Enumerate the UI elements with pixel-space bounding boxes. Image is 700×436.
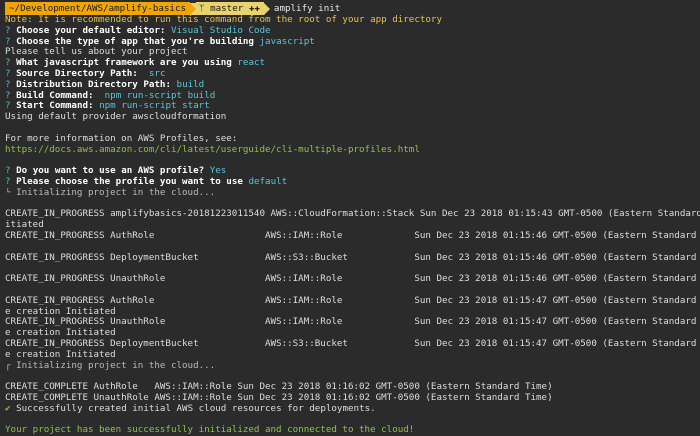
log-line-6: CREATE_IN_PROGRESS UnauthRole AWS::IAM::…: [5, 317, 700, 328]
note-line: Note: It is recommended to run this comm…: [5, 15, 442, 25]
provider-line: Using default provider awscloudformation: [5, 112, 227, 123]
log-line-6-wrap: e creation Initiated: [5, 328, 116, 339]
tell-line: Please tell us about your project: [5, 47, 188, 58]
initializing-line-1: └ Initializing project in the cloud...: [5, 187, 216, 198]
final-message: Your project has been successfully initi…: [5, 425, 415, 436]
srcdir-line: ? Source Directory Path: src: [5, 68, 166, 79]
apptype-line: ? Choose the type of app that you're bui…: [5, 36, 315, 47]
complete-line-1: CREATE_COMPLETE AuthRole AWS::IAM::Role …: [5, 382, 553, 393]
success-line: ✔ Successfully created initial AWS cloud…: [5, 403, 376, 414]
log-line-5: CREATE_IN_PROGRESS AuthRole AWS::IAM::Ro…: [5, 295, 700, 306]
git-branch-name: master: [210, 3, 244, 14]
start-line: ? Start Command: npm run-script start: [5, 101, 210, 112]
question-mark-icon: ?: [5, 101, 11, 112]
git-status-icon: ✚✚: [248, 3, 260, 14]
log-line-3: CREATE_IN_PROGRESS DeploymentBucket AWS:…: [5, 252, 700, 263]
question-mark-icon: ?: [5, 90, 11, 101]
question-mark-icon: ?: [5, 36, 11, 47]
prompt-path: ~/Development/AWS/amplify-basics: [5, 2, 191, 15]
typed-command: amplify init: [273, 3, 341, 14]
question-mark-icon: ?: [5, 68, 11, 79]
choose-profile-line: ? Please choose the profile you want to …: [5, 176, 288, 187]
log-line-1: CREATE_IN_PROGRESS amplifybasics-2018122…: [5, 209, 700, 220]
complete-line-2: CREATE_COMPLETE UnauthRole AWS::IAM::Rol…: [5, 392, 553, 403]
editor-line: ? Choose your default editor: Visual Stu…: [5, 25, 271, 36]
question-mark-icon: ?: [5, 25, 11, 36]
log-line-5-wrap: e creation Initiated: [5, 306, 116, 317]
log-line-7-wrap: e creation Initiated: [5, 349, 116, 360]
more-info-line: For more information on AWS Profiles, se…: [5, 133, 238, 144]
distdir-line: ? Distribution Directory Path: build: [5, 79, 205, 90]
prompt-git-segment: ᛘ master ✚✚: [196, 2, 264, 15]
initializing-line-2: ┌ Initializing project in the cloud...: [5, 360, 216, 371]
checkmark-icon: ✔: [5, 403, 11, 414]
log-line-7: CREATE_IN_PROGRESS DeploymentBucket AWS:…: [5, 338, 700, 349]
question-mark-icon: ?: [5, 58, 11, 69]
shell-prompt: ~/Development/AWS/amplify-basics ᛘ master…: [5, 2, 700, 15]
terminal-window[interactable]: ~/Development/AWS/amplify-basics ᛘ master…: [0, 0, 700, 435]
profile-line: ? Do you want to use an AWS profile? Yes: [5, 166, 227, 177]
build-line: ? Build Command: npm run-script build: [5, 90, 216, 101]
log-line-4: CREATE_IN_PROGRESS UnauthRole AWS::IAM::…: [5, 274, 700, 285]
log-line-2: CREATE_IN_PROGRESS AuthRole AWS::IAM::Ro…: [5, 230, 700, 241]
question-mark-icon: ?: [5, 176, 11, 187]
git-branch-icon: ᛘ: [199, 3, 205, 14]
question-mark-icon: ?: [5, 166, 11, 177]
framework-line: ? What javascript framework are you usin…: [5, 58, 266, 69]
question-mark-icon: ?: [5, 79, 11, 90]
log-line-1-wrap: itiated: [5, 220, 44, 231]
docs-link[interactable]: https://docs.aws.amazon.com/cli/latest/u…: [5, 145, 700, 156]
